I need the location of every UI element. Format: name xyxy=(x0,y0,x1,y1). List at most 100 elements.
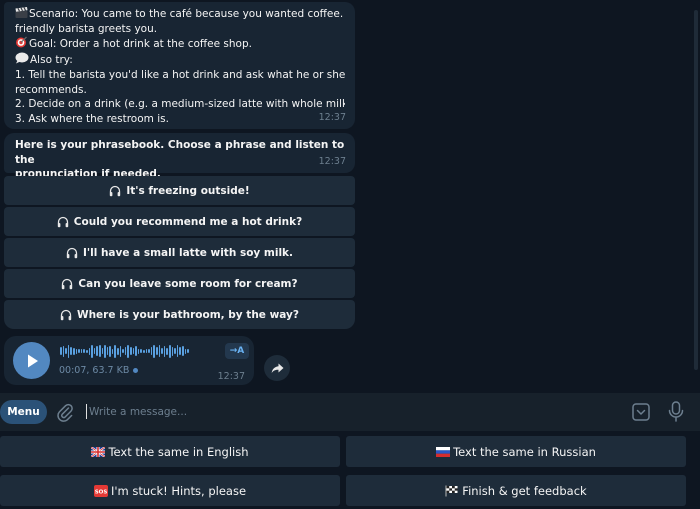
waveform-bar xyxy=(171,346,174,356)
waveform-bar xyxy=(179,347,181,355)
message-line-text: Goal: Order a hot drink at the coffee sh… xyxy=(29,38,252,51)
waveform-bar xyxy=(114,344,117,358)
waveform-bar xyxy=(140,349,142,353)
waveform-bar xyxy=(75,348,78,354)
voice-meta: 00:07, 63.7 KB xyxy=(59,365,139,376)
message-line: recommends. xyxy=(15,83,345,98)
waveform-bar xyxy=(137,348,140,354)
checkered-flag-icon xyxy=(445,485,458,496)
phrase-button-label: It's freezing outside! xyxy=(126,184,250,197)
microphone-icon xyxy=(668,401,684,422)
svg-text:SOS: SOS xyxy=(95,489,108,495)
phrase-button-freezing[interactable]: It's freezing outside! xyxy=(4,176,355,205)
waveform-bar xyxy=(60,347,62,355)
headphones-icon xyxy=(57,216,68,227)
waveform-bar xyxy=(176,345,179,357)
text-caret xyxy=(86,404,87,419)
waveform-bar xyxy=(78,349,80,353)
keyboard-toggle-icon xyxy=(632,403,650,421)
waveform-bar xyxy=(85,349,88,353)
waveform-bar xyxy=(174,348,176,354)
phrase-button-cream[interactable]: Can you leave some room for cream? xyxy=(4,269,355,298)
message-input[interactable] xyxy=(89,400,609,424)
message-time: 12:37 xyxy=(318,112,346,124)
waveform-bar xyxy=(158,345,161,357)
message-line: Scenario: You came to the café because y… xyxy=(15,7,345,22)
waveform-bar xyxy=(109,345,111,357)
phrase-button-bathroom[interactable]: Where is your bathroom, by the way? xyxy=(4,300,355,329)
bot-button-hints[interactable]: SOS I'm stuck! Hints, please xyxy=(0,475,340,506)
message-line-text: Scenario: You came to the café because y… xyxy=(29,8,345,20)
waveform-bar xyxy=(93,348,96,354)
waveform-bar xyxy=(83,349,85,353)
waveform-bar xyxy=(72,347,75,355)
message-line-text: Also try: xyxy=(30,54,73,67)
message-line: friendly barista greets you. xyxy=(15,22,345,37)
message-line: 1. Tell the barista you'd like a hot dri… xyxy=(15,68,345,83)
clapper-icon xyxy=(15,7,28,18)
bot-button-label: Finish & get feedback xyxy=(462,483,587,498)
transcribe-button[interactable]: →A xyxy=(225,343,249,359)
voice-waveform[interactable] xyxy=(60,344,189,358)
waveform-bar xyxy=(62,345,65,357)
waveform-bar xyxy=(184,348,187,354)
bot-keyboard-toggle[interactable] xyxy=(632,403,650,425)
message-line-text: 3. Ask where the restroom is. xyxy=(15,112,169,125)
message-line-text: 1. Tell the barista you'd like a hot dri… xyxy=(15,68,345,81)
phrase-button-latte[interactable]: I'll have a small latte with soy milk. xyxy=(4,238,355,267)
waveform-bar xyxy=(163,345,166,357)
waveform-bar xyxy=(80,349,83,353)
uk-flag-icon xyxy=(91,446,106,457)
bot-button-label: Text the same in English xyxy=(108,444,249,459)
waveform-bar xyxy=(117,347,119,355)
waveform-bar xyxy=(145,349,148,353)
message-line-text: friendly barista greets you. xyxy=(15,22,158,35)
chat-scrollbar[interactable] xyxy=(694,10,698,370)
waveform-bar xyxy=(119,345,122,357)
waveform-bar xyxy=(150,347,153,355)
bot-button-english[interactable]: Text the same in English xyxy=(0,436,340,467)
bot-reply-keyboard: Text the same in English Text the same i… xyxy=(0,431,700,509)
waveform-bar xyxy=(67,344,70,358)
message-line: Here is your phrasebook. Choose a phrase… xyxy=(15,139,345,166)
forward-arrow-icon xyxy=(271,363,283,373)
waveform-bar xyxy=(181,346,184,356)
waveform-bar xyxy=(127,344,130,358)
play-button[interactable] xyxy=(13,342,50,379)
forward-button[interactable] xyxy=(264,355,290,381)
waveform-bar xyxy=(155,347,158,355)
phrase-button-recommend[interactable]: Could you recommend me a hot drink? xyxy=(4,207,355,236)
waveform-bar xyxy=(135,346,137,356)
waveform-bar xyxy=(187,349,189,353)
waveform-bar xyxy=(143,349,145,353)
target-icon xyxy=(16,36,27,48)
russia-flag-icon xyxy=(436,446,451,457)
bot-button-label: Text the same in Russian xyxy=(453,444,596,459)
message-input-bar: Menu xyxy=(0,393,700,431)
waveform-bar xyxy=(70,347,72,355)
bot-button-finish[interactable]: Finish & get feedback xyxy=(346,475,686,506)
attach-button[interactable] xyxy=(56,402,74,426)
waveform-bar xyxy=(132,348,135,354)
message-line-text: recommends. xyxy=(15,83,87,96)
voice-record-button[interactable] xyxy=(668,401,684,427)
bot-button-russian[interactable]: Text the same in Russian xyxy=(346,436,686,467)
headphones-icon xyxy=(110,185,121,196)
waveform-bar xyxy=(104,344,106,358)
paperclip-icon xyxy=(57,403,73,422)
waveform-bar xyxy=(65,348,67,354)
voice-duration-size: 00:07, 63.7 KB xyxy=(59,365,130,376)
waveform-bar xyxy=(130,347,132,355)
waveform-bar xyxy=(124,347,127,355)
waveform-bar xyxy=(106,347,109,355)
message-line: 2. Decide on a drink (e.g. a medium-size… xyxy=(15,97,345,112)
headphones-icon xyxy=(66,247,78,258)
phrase-button-label: Where is your bathroom, by the way? xyxy=(77,308,299,321)
waveform-bar xyxy=(122,349,124,353)
message-line: Goal: Order a hot drink at the coffee sh… xyxy=(15,36,345,52)
waveform-bar xyxy=(101,348,104,354)
headphones-icon xyxy=(62,278,73,289)
menu-button[interactable]: Menu xyxy=(0,400,47,424)
message-line: Also try: xyxy=(15,52,345,68)
sos-icon: SOS xyxy=(93,484,108,497)
